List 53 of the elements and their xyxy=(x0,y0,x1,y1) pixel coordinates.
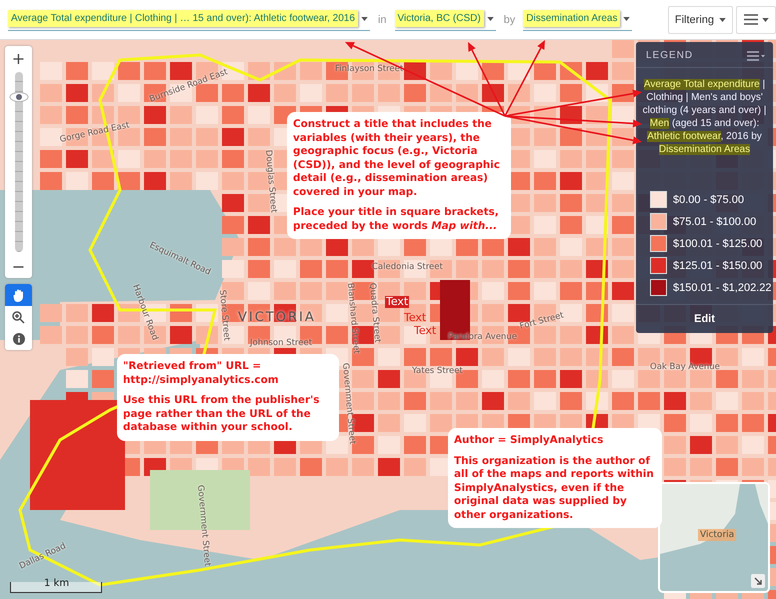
street-label: Douglas Street xyxy=(263,150,278,214)
geography-selector[interactable]: Victoria, BC (CSD) xyxy=(394,10,484,27)
street-label: Quadra Street xyxy=(367,282,382,344)
edit-button[interactable]: Edit xyxy=(636,304,773,333)
zoom-slider-thumb[interactable] xyxy=(8,92,28,102)
annotation-text: Use this URL from the publisher's page rather than the URL of the database within your school. xyxy=(123,394,320,434)
hand-icon xyxy=(12,288,24,302)
inset-place-label: Victoria xyxy=(698,529,736,541)
by-label: by xyxy=(504,14,516,26)
legend-label: $125.01 - $150.00 xyxy=(673,260,762,272)
street-label: Yates Street xyxy=(412,366,463,376)
menu-icon[interactable] xyxy=(747,50,765,60)
text-marker: Text xyxy=(404,312,426,324)
street-label: Blanshard Street xyxy=(345,282,362,354)
street-label: Gorge Road East xyxy=(58,120,130,145)
street-label: Government Street xyxy=(340,362,358,445)
legend-title: Average Total expenditure | Clothing | Men's and boys' clothing (4 years and over) | Men (aged 15 and over): Athletic footwear, 2016 by Dissemination Areas xyxy=(642,78,768,157)
legend-label: $150.01 - $1,202.22 xyxy=(673,282,772,294)
annotation-text: This organization is the author of all of the maps and reports within SimplyAnalystics, even if the original data was supplied by other organizations. xyxy=(454,454,655,522)
text-marker: Text xyxy=(414,325,436,337)
level-selector[interactable]: Dissemination Areas xyxy=(523,10,620,27)
annotation-text: Author = SimplyAnalytics xyxy=(454,434,604,448)
annotation-text: Construct a title that includes the variables (with their years), the geographic focus (e.g., Victoria (CSD)), and the level of geographic detail (e.g., dissemination areas) covered in your map. xyxy=(293,118,501,199)
text-marker: Text xyxy=(385,296,410,308)
annotation-text: Place your title in square brackets, preceded by the words Map with... xyxy=(293,206,500,233)
info-icon xyxy=(12,333,24,345)
expand-icon[interactable] xyxy=(751,574,765,588)
legend-label: $0.00 - $75.00 xyxy=(673,194,744,206)
annotation-text: "Retrieved from" URL = http://simplyanalytics.com xyxy=(123,360,280,387)
menu-button[interactable] xyxy=(736,6,776,34)
legend-header: LEGEND xyxy=(646,50,694,61)
street-label: Fort Street xyxy=(518,310,565,332)
street-label: Store Street xyxy=(217,290,232,342)
zoom-in-button[interactable]: + xyxy=(5,48,32,68)
street-label: Finlayson Street xyxy=(335,64,404,74)
menu-icon xyxy=(744,14,758,25)
scale-label: 1 km xyxy=(44,578,70,589)
zoom-out-button[interactable]: − xyxy=(5,256,32,276)
pan-tool-button[interactable] xyxy=(5,284,32,306)
in-label: in xyxy=(378,14,386,26)
filtering-button[interactable]: Filtering xyxy=(668,6,733,34)
info-tool-button[interactable] xyxy=(5,328,32,350)
caret-icon xyxy=(486,16,494,20)
zoom-icon xyxy=(12,310,25,324)
legend-label: $75.01 - $100.00 xyxy=(673,216,756,228)
street-label: Government Street xyxy=(195,484,212,567)
caret-icon xyxy=(360,16,368,20)
legend-label: $100.01 - $125.00 xyxy=(673,238,762,250)
variable-selector[interactable]: Average Total expenditure | Clothing | … 15 and over): Athletic footwear, 2016 xyxy=(8,10,358,27)
caret-icon xyxy=(719,18,726,22)
caret-icon xyxy=(623,16,630,20)
caret-icon xyxy=(762,18,768,22)
zoom-tool-button[interactable] xyxy=(5,306,32,328)
